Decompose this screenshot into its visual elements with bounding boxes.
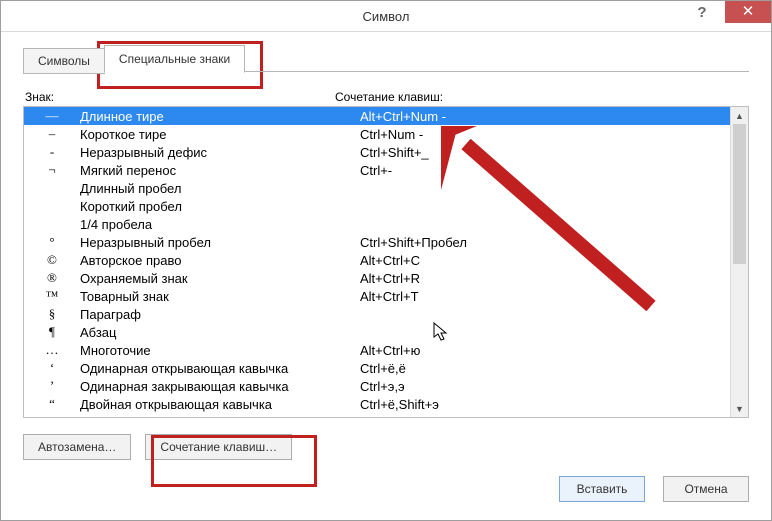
list-item[interactable]: ¶Абзац xyxy=(24,323,730,341)
list-item-name: Параграф xyxy=(80,307,360,322)
list-item-name: Короткое тире xyxy=(80,127,360,142)
list-item-shortcut: Ctrl+ё,ё xyxy=(360,361,730,376)
list-item[interactable]: §Параграф xyxy=(24,305,730,323)
list-item-symbol: § xyxy=(24,306,80,322)
list-item-shortcut: Alt+Ctrl+C xyxy=(360,253,730,268)
tab-label: Символы xyxy=(38,54,90,68)
list-item-name: Мягкий перенос xyxy=(80,163,360,178)
list-item-symbol: ™ xyxy=(24,288,80,304)
header-sign: Знак: xyxy=(25,90,335,104)
list-item[interactable]: –Короткое тиреCtrl+Num - xyxy=(24,125,730,143)
list-item-symbol: ® xyxy=(24,270,80,286)
list-item-symbol: © xyxy=(24,252,80,268)
scroll-thumb[interactable] xyxy=(733,124,746,264)
list-item-name: Короткий пробел xyxy=(80,199,360,214)
scrollbar[interactable]: ▲ ▼ xyxy=(730,107,748,417)
scroll-up-icon[interactable]: ▲ xyxy=(731,107,748,124)
list-item[interactable]: °Неразрывный пробелCtrl+Shift+Пробел xyxy=(24,233,730,251)
list-item-symbol: ’ xyxy=(24,378,80,394)
list-item-name: Одинарная открывающая кавычка xyxy=(80,361,360,376)
list-item-shortcut: Alt+Ctrl+ю xyxy=(360,343,730,358)
list-item[interactable]: …МноготочиеAlt+Ctrl+ю xyxy=(24,341,730,359)
list-item-name: Неразрывный дефис xyxy=(80,145,360,160)
dialog-footer: Вставить Отмена xyxy=(559,476,749,502)
list-item-name: Многоточие xyxy=(80,343,360,358)
list-item-shortcut: Ctrl+э,э xyxy=(360,379,730,394)
autocorrect-button[interactable]: Автозамена… xyxy=(23,434,131,460)
list-item-shortcut: Alt+Ctrl+T xyxy=(360,289,730,304)
list-item-name: Товарный знак xyxy=(80,289,360,304)
scroll-track[interactable] xyxy=(731,124,748,400)
title-bar: Символ ? ✕ xyxy=(1,1,771,32)
list-headers: Знак: Сочетание клавиш: xyxy=(23,90,749,104)
insert-button[interactable]: Вставить xyxy=(559,476,645,502)
list-item[interactable]: ©Авторское правоAlt+Ctrl+C xyxy=(24,251,730,269)
list-item-name: Неразрывный пробел xyxy=(80,235,360,250)
list-item-symbol: - xyxy=(24,144,80,160)
tab-label: Специальные знаки xyxy=(119,52,230,66)
list-item-symbol: — xyxy=(24,108,80,124)
list-item-symbol: ¬ xyxy=(24,162,80,178)
tab-symbols[interactable]: Символы xyxy=(23,48,105,74)
list-item-name: Длинное тире xyxy=(80,109,360,124)
list-item-symbol: ° xyxy=(24,234,80,250)
scroll-down-icon[interactable]: ▼ xyxy=(731,400,748,417)
cancel-button[interactable]: Отмена xyxy=(663,476,749,502)
list-item-name: Авторское право xyxy=(80,253,360,268)
button-label: Автозамена… xyxy=(38,440,116,454)
list-item-symbol: ¶ xyxy=(24,324,80,340)
list-item[interactable]: ®Охраняемый знакAlt+Ctrl+R xyxy=(24,269,730,287)
button-label: Отмена xyxy=(684,482,727,496)
button-label: Сочетание клавиш… xyxy=(160,440,277,454)
lower-button-row: Автозамена… Сочетание клавиш… xyxy=(23,434,749,460)
list-item-name: Двойная открывающая кавычка xyxy=(80,397,360,412)
button-label: Вставить xyxy=(577,482,628,496)
list-item[interactable]: ™Товарный знакAlt+Ctrl+T xyxy=(24,287,730,305)
list-item[interactable]: ‘Одинарная открывающая кавычкаCtrl+ё,ё xyxy=(24,359,730,377)
list-item[interactable]: 1/4 пробела xyxy=(24,215,730,233)
tab-special-chars[interactable]: Специальные знаки xyxy=(104,45,245,73)
list-item[interactable]: —Длинное тиреAlt+Ctrl+Num - xyxy=(24,107,730,125)
list-item[interactable]: “Двойная открывающая кавычкаCtrl+ё,Shift… xyxy=(24,395,730,413)
list-content[interactable]: —Длинное тиреAlt+Ctrl+Num -–Короткое тир… xyxy=(24,107,730,417)
list-item-shortcut: Ctrl+- xyxy=(360,163,730,178)
list-item[interactable]: Длинный пробел xyxy=(24,179,730,197)
close-icon: ✕ xyxy=(742,1,755,23)
list-item[interactable]: -Неразрывный дефисCtrl+Shift+_ xyxy=(24,143,730,161)
list-item-name: Одинарная закрывающая кавычка xyxy=(80,379,360,394)
list-item[interactable]: Короткий пробел xyxy=(24,197,730,215)
list-item[interactable]: ¬Мягкий переносCtrl+- xyxy=(24,161,730,179)
list-item-shortcut: Alt+Ctrl+R xyxy=(360,271,730,286)
shortcut-key-button[interactable]: Сочетание клавиш… xyxy=(145,434,292,460)
list-item-shortcut: Ctrl+Num - xyxy=(360,127,730,142)
tab-strip: Символы Специальные знаки xyxy=(23,44,749,72)
header-shortcut: Сочетание клавиш: xyxy=(335,90,443,104)
list-item-name: Охраняемый знак xyxy=(80,271,360,286)
list-item-symbol: ‘ xyxy=(24,360,80,376)
dialog-window: Символ ? ✕ Символы Специальные знаки Зна… xyxy=(0,0,772,521)
list-item-symbol: “ xyxy=(24,396,80,412)
list-item-shortcut: Alt+Ctrl+Num - xyxy=(360,109,730,124)
list-item-name: 1/4 пробела xyxy=(80,217,360,232)
list-item-shortcut: Ctrl+Shift+Пробел xyxy=(360,235,730,250)
list-item-symbol: – xyxy=(24,126,80,142)
list-item-shortcut: Ctrl+ё,Shift+э xyxy=(360,397,730,412)
list-item-shortcut: Ctrl+Shift+_ xyxy=(360,145,730,160)
list-item-symbol: … xyxy=(24,342,80,358)
list-box: —Длинное тиреAlt+Ctrl+Num -–Короткое тир… xyxy=(23,106,749,418)
help-button[interactable]: ? xyxy=(679,1,725,23)
list-item-name: Длинный пробел xyxy=(80,181,360,196)
dialog-body: Символы Специальные знаки Знак: Сочетани… xyxy=(1,32,771,460)
window-title: Символ xyxy=(1,9,771,24)
close-button[interactable]: ✕ xyxy=(725,1,771,23)
list-item-name: Абзац xyxy=(80,325,360,340)
list-item[interactable]: ’Одинарная закрывающая кавычкаCtrl+э,э xyxy=(24,377,730,395)
